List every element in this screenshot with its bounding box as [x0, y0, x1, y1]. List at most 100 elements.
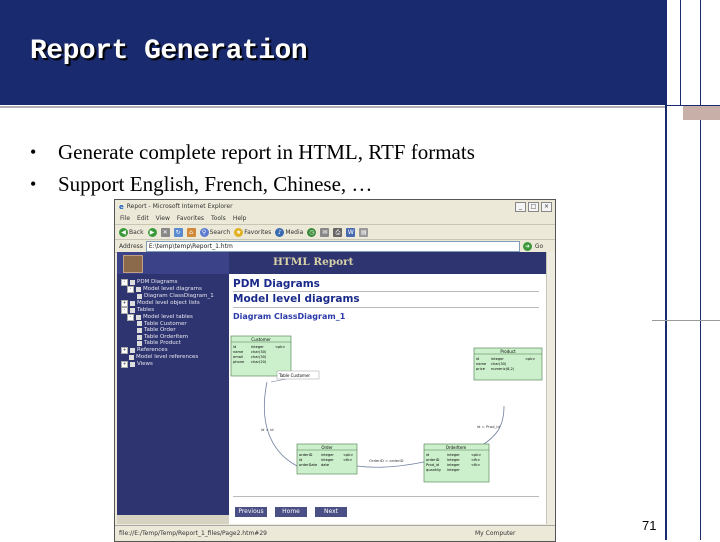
collapse-icon[interactable]: -	[121, 279, 128, 286]
entity-orderitem[interactable]: OrderItem id integer <pk> orderID intege…	[423, 443, 490, 483]
column-name: id	[233, 345, 236, 349]
forward-button[interactable]: ▶	[147, 227, 157, 237]
tree-item-label: PDM Diagrams	[137, 279, 178, 286]
heading-pdm: PDM Diagrams	[233, 278, 320, 290]
expand-icon[interactable]: +	[121, 346, 128, 354]
frame-line	[700, 0, 701, 540]
tree-item-label: Tables	[137, 306, 155, 313]
column-key: <fk>	[471, 463, 480, 467]
column-name: id	[299, 458, 302, 462]
column-type: char(20)	[251, 360, 267, 364]
media-button[interactable]: ♪ Media	[275, 227, 303, 237]
tree-item[interactable]: - Model level tables	[121, 313, 214, 321]
menu-file[interactable]: File	[120, 215, 130, 222]
accent-block	[683, 106, 720, 120]
address-input[interactable]: E:\temp\temp\Report_1.htm	[145, 240, 520, 252]
page-icon	[137, 327, 142, 333]
tree-item[interactable]: Diagram ClassDiagram_1	[121, 293, 214, 300]
tree-item[interactable]: Model level references	[121, 354, 214, 361]
column-key: <fk>	[471, 458, 480, 462]
menu-tools[interactable]: Tools	[211, 215, 226, 222]
search-icon: ⚲	[199, 227, 209, 237]
tree-pane-header	[117, 252, 229, 274]
window-title: Report - Microsoft Internet Explorer	[126, 203, 233, 210]
tree-item[interactable]: - Model level diagrams	[121, 286, 214, 293]
menu-help[interactable]: Help	[233, 215, 247, 222]
search-button[interactable]: ⚲ Search	[199, 227, 230, 237]
bullet-item: • Generate complete report in HTML, RTF …	[30, 136, 475, 168]
status-zone: My Computer	[475, 530, 516, 537]
tree-item[interactable]: + Views	[121, 360, 214, 368]
horizontal-scrollbar[interactable]	[117, 515, 229, 524]
tree-item-label: Table Customer	[144, 320, 187, 327]
divider	[233, 307, 539, 308]
minimize-button[interactable]: _	[515, 202, 526, 212]
print-button[interactable]: ⎙	[333, 227, 343, 237]
favorites-label: Favorites	[244, 228, 272, 236]
heading-diagram: Diagram ClassDiagram_1	[233, 312, 346, 321]
page-icon	[137, 293, 142, 299]
tree-item[interactable]: Table Order	[121, 327, 214, 334]
home-button[interactable]: ⌂	[186, 227, 196, 237]
collapse-icon[interactable]: -	[127, 313, 134, 321]
report-tree: - PDM Diagrams - Model level diagrams Diag…	[121, 279, 214, 368]
report-banner: HTML Report	[229, 252, 553, 274]
column-name: orderID	[299, 453, 313, 457]
refresh-button[interactable]: ↻	[173, 227, 183, 237]
menu-edit[interactable]: Edit	[137, 215, 149, 222]
back-button[interactable]: ◀ Back	[119, 227, 144, 237]
mail-button[interactable]: ✉	[320, 227, 330, 237]
expand-icon[interactable]: +	[121, 360, 128, 368]
page-content: - PDM Diagrams - Model level diagrams Diag…	[117, 252, 553, 524]
expand-icon[interactable]: +	[121, 299, 128, 307]
favorites-button[interactable]: ★ Favorites	[234, 227, 272, 237]
page-icon	[137, 341, 142, 347]
collapse-icon[interactable]: -	[127, 286, 134, 293]
column-type: integer	[447, 453, 460, 457]
class-diagram: Customer id integer <pk> name char(30) e…	[230, 335, 543, 483]
tree-item[interactable]: Table Customer	[121, 321, 214, 328]
stop-button[interactable]: ✕	[160, 227, 170, 237]
reference-label: id = Prod_id	[477, 424, 500, 429]
tree-item[interactable]: + References	[121, 346, 214, 354]
folder-icon	[130, 347, 135, 353]
edit-button[interactable]: W	[346, 227, 356, 237]
close-button[interactable]: ×	[541, 202, 552, 212]
back-label: Back	[129, 228, 144, 236]
entity-order[interactable]: Order orderID integer <pk> id integer <f…	[296, 443, 358, 475]
discuss-button[interactable]: ▤	[359, 227, 369, 237]
go-button[interactable]: Go	[535, 243, 543, 250]
menu-favorites[interactable]: Favorites	[177, 215, 204, 222]
star-icon: ★	[234, 227, 244, 237]
vertical-scrollbar[interactable]	[546, 252, 555, 524]
previous-button[interactable]: Previous	[235, 507, 267, 517]
page-icon	[137, 334, 142, 340]
tree-item-label: Diagram ClassDiagram_1	[144, 293, 214, 299]
folder-icon	[136, 314, 141, 320]
next-button[interactable]: Next	[315, 507, 347, 517]
collapse-icon[interactable]: -	[121, 306, 128, 314]
entity-customer[interactable]: Customer id integer <pk> name char(30) e…	[230, 335, 292, 377]
go-arrow-icon[interactable]: ➜	[522, 241, 532, 251]
column-key: <pk>	[275, 345, 285, 349]
tree-item[interactable]: Table OrderItem	[121, 334, 214, 341]
tree-item[interactable]: + Model level object lists	[121, 299, 214, 307]
page-number: 71	[642, 518, 657, 533]
column-key: <fk>	[343, 458, 352, 462]
tree-item[interactable]: - PDM Diagrams	[121, 279, 214, 286]
tree-item[interactable]: - Tables	[121, 306, 214, 314]
column-name: id	[476, 357, 479, 361]
column-type: char(30)	[251, 355, 267, 359]
column-name: name	[233, 350, 244, 354]
column-type: date	[321, 463, 330, 467]
maximize-button[interactable]: □	[528, 202, 539, 212]
column-name: price	[476, 367, 486, 371]
tree-item-label: Table Product	[144, 340, 181, 347]
entity-product[interactable]: Product id integer <pk> name char(30) pr…	[473, 347, 543, 381]
tree-item[interactable]: Table Product	[121, 340, 214, 347]
report-body: PDM Diagrams Model level diagrams Diagra…	[229, 274, 553, 524]
home-button[interactable]: Home	[275, 507, 307, 517]
history-button[interactable]: ◷	[307, 227, 317, 237]
menu-view[interactable]: View	[156, 215, 170, 222]
reference-line	[264, 381, 298, 467]
